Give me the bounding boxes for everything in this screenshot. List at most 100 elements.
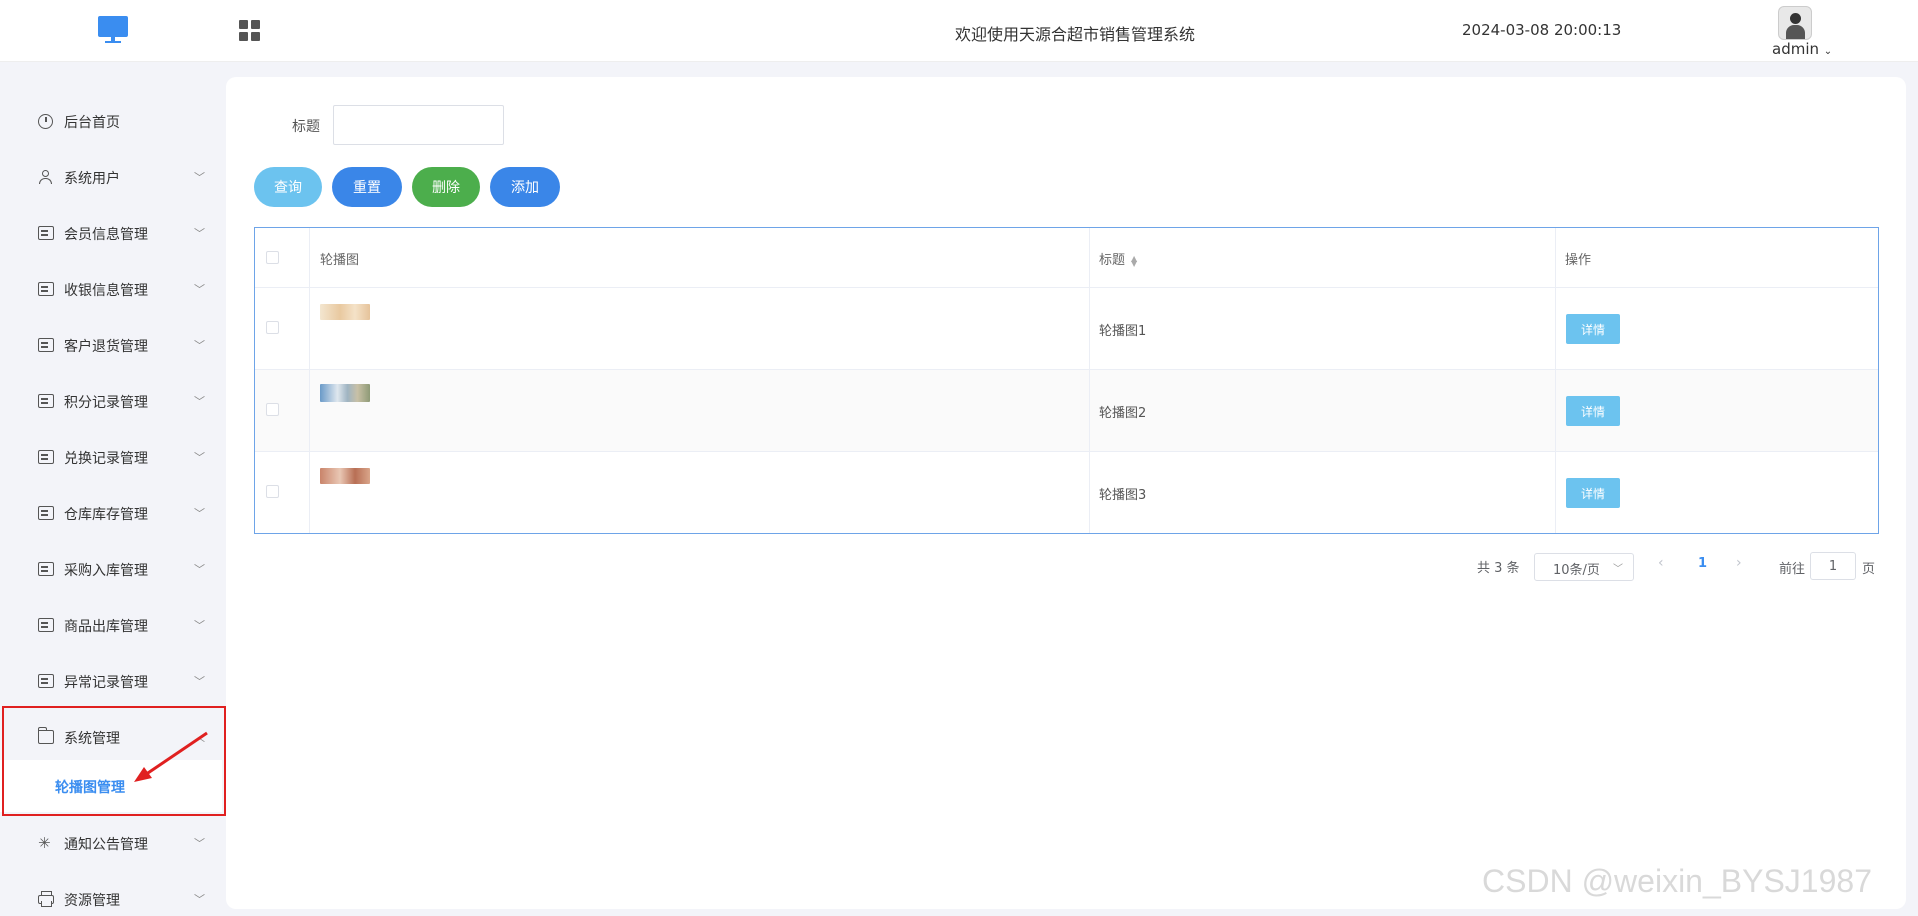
sidebar: 后台首页 系统用户 ﹀ 会员信息管理 ﹀ 收银信息管理 ﹀ 客户退货管理 ﹀ 积… (0, 62, 222, 916)
carousel-thumbnail (320, 468, 370, 484)
printer-icon (38, 891, 54, 907)
card-icon (38, 562, 54, 576)
card-icon (38, 618, 54, 632)
user-name: admin (1772, 40, 1819, 58)
sidebar-item-purchase-inbound[interactable]: 采购入库管理 ﹀ (0, 541, 222, 597)
row-title: 轮播图1 (1099, 324, 1147, 339)
sidebar-subitem-carousel[interactable]: 轮播图管理 (0, 760, 222, 812)
chevron-down-icon: ﹀ (194, 283, 205, 296)
card-icon (38, 506, 54, 520)
sidebar-subitem-label: 轮播图管理 (55, 780, 125, 796)
goto-label: 前往 (1779, 562, 1806, 577)
card-icon (38, 674, 54, 688)
user-menu[interactable]: admin ⌄ (1772, 40, 1832, 58)
folder-icon (37, 727, 54, 744)
sidebar-item-exception-records[interactable]: 异常记录管理 ﹀ (0, 653, 222, 709)
sidebar-item-label: 仓库库存管理 (64, 507, 148, 523)
sidebar-item-label: 通知公告管理 (64, 837, 148, 853)
row-checkbox[interactable] (266, 403, 279, 416)
page-number[interactable]: 1 (1698, 556, 1707, 571)
page-size-select[interactable]: 10条/页 ﹀ (1534, 553, 1634, 581)
detail-button[interactable]: 详情 (1566, 396, 1620, 426)
chevron-down-icon: ⌄ (1823, 46, 1833, 57)
sidebar-item-label: 积分记录管理 (64, 395, 148, 411)
sidebar-item-announcements[interactable]: ✳ 通知公告管理 ﹀ (0, 815, 222, 871)
row-title: 轮播图3 (1099, 488, 1147, 503)
current-time: 2024-03-08 20:00:13 (1462, 21, 1622, 39)
chevron-down-icon: ﹀ (194, 507, 205, 520)
prev-page-icon[interactable]: ‹ (1658, 555, 1664, 571)
sidebar-item-label: 异常记录管理 (64, 675, 148, 691)
column-header-title[interactable]: 标题 ▲ ▼ (1099, 249, 1137, 268)
sidebar-item-system-users[interactable]: 系统用户 ﹀ (0, 149, 222, 205)
carousel-thumbnail (320, 384, 370, 402)
detail-button[interactable]: 详情 (1566, 478, 1620, 508)
card-icon (38, 282, 54, 296)
sidebar-item-label: 系统管理 (64, 731, 120, 747)
sidebar-item-exchange-records[interactable]: 兑换记录管理 ﹀ (0, 429, 222, 485)
chevron-down-icon: ﹀ (1613, 564, 1623, 575)
sidebar-item-label: 后台首页 (64, 115, 120, 131)
clock-icon (38, 114, 53, 129)
sidebar-item-label: 兑换记录管理 (64, 451, 148, 467)
table-header: 轮播图 标题 ▲ ▼ 操作 (255, 228, 1878, 288)
sidebar-item-member-info[interactable]: 会员信息管理 ﹀ (0, 205, 222, 261)
chevron-down-icon: ﹀ (194, 619, 205, 632)
page-jump-input[interactable] (1810, 552, 1856, 580)
table-row: 轮播图1 详情 (255, 288, 1878, 370)
carousel-thumbnail (320, 304, 370, 320)
select-all-checkbox[interactable] (266, 251, 279, 264)
sidebar-item-label: 商品出库管理 (64, 619, 148, 635)
sidebar-item-warehouse-stock[interactable]: 仓库库存管理 ﹀ (0, 485, 222, 541)
page-size-value: 10条/页 (1553, 563, 1600, 578)
title-filter-input[interactable] (333, 105, 504, 145)
grid-menu-icon[interactable] (239, 20, 261, 42)
row-title: 轮播图2 (1099, 406, 1147, 421)
carousel-table: 轮播图 标题 ▲ ▼ 操作 轮播图1 详情 轮播图2 详情 轮播图3 详情 (254, 227, 1879, 534)
sort-icon[interactable]: ▲ ▼ (1131, 254, 1137, 267)
avatar[interactable] (1778, 6, 1812, 40)
title-filter-label: 标题 (292, 119, 320, 135)
pagination-total: 共 3 条 (1477, 561, 1520, 576)
column-header-title-label: 标题 (1099, 253, 1126, 268)
delete-button[interactable]: 删除 (412, 167, 480, 207)
column-divider (1555, 228, 1556, 533)
sidebar-item-customer-returns[interactable]: 客户退货管理 ﹀ (0, 317, 222, 373)
chevron-down-icon: ﹀ (194, 837, 205, 850)
sidebar-item-home[interactable]: 后台首页 (0, 93, 222, 149)
reset-button[interactable]: 重置 (332, 167, 402, 207)
watermark: CSDN @weixin_BYSJ1987 (1482, 863, 1872, 899)
sidebar-item-system-management[interactable]: 系统管理 ︿ (0, 709, 222, 765)
chevron-up-icon: ︿ (194, 731, 205, 744)
column-header-image: 轮播图 (320, 253, 360, 268)
top-header: 欢迎使用天源合超市销售管理系统 2024-03-08 20:00:13 admi… (0, 0, 1918, 62)
row-checkbox[interactable] (266, 321, 279, 334)
sidebar-item-points-records[interactable]: 积分记录管理 ﹀ (0, 373, 222, 429)
card-icon (38, 394, 54, 408)
chevron-down-icon: ﹀ (194, 171, 205, 184)
sidebar-item-resources[interactable]: 资源管理 ﹀ (0, 871, 222, 916)
row-checkbox[interactable] (266, 485, 279, 498)
loader-icon: ✳ (38, 834, 51, 852)
chevron-down-icon: ﹀ (194, 893, 205, 906)
sidebar-item-label: 采购入库管理 (64, 563, 148, 579)
column-divider (1089, 228, 1090, 533)
sidebar-item-cashier-info[interactable]: 收银信息管理 ﹀ (0, 261, 222, 317)
chevron-down-icon: ﹀ (194, 563, 205, 576)
page-suffix-label: 页 (1862, 562, 1876, 577)
chevron-down-icon: ﹀ (194, 675, 205, 688)
card-icon (38, 338, 54, 352)
sidebar-item-goods-outbound[interactable]: 商品出库管理 ﹀ (0, 597, 222, 653)
sidebar-item-label: 客户退货管理 (64, 339, 148, 355)
monitor-logo-icon (98, 16, 128, 44)
add-button[interactable]: 添加 (490, 167, 560, 207)
chevron-down-icon: ﹀ (194, 395, 205, 408)
query-button[interactable]: 查询 (254, 167, 322, 207)
card-icon (38, 226, 54, 240)
detail-button[interactable]: 详情 (1566, 314, 1620, 344)
sidebar-item-label: 会员信息管理 (64, 227, 148, 243)
main-panel: 标题 查询 重置 删除 添加 轮播图 标题 ▲ ▼ 操作 轮播图1 详情 轮播图2 … (226, 77, 1906, 909)
column-divider (309, 228, 310, 533)
sidebar-item-label: 系统用户 (64, 171, 120, 187)
next-page-icon[interactable]: › (1736, 555, 1742, 571)
